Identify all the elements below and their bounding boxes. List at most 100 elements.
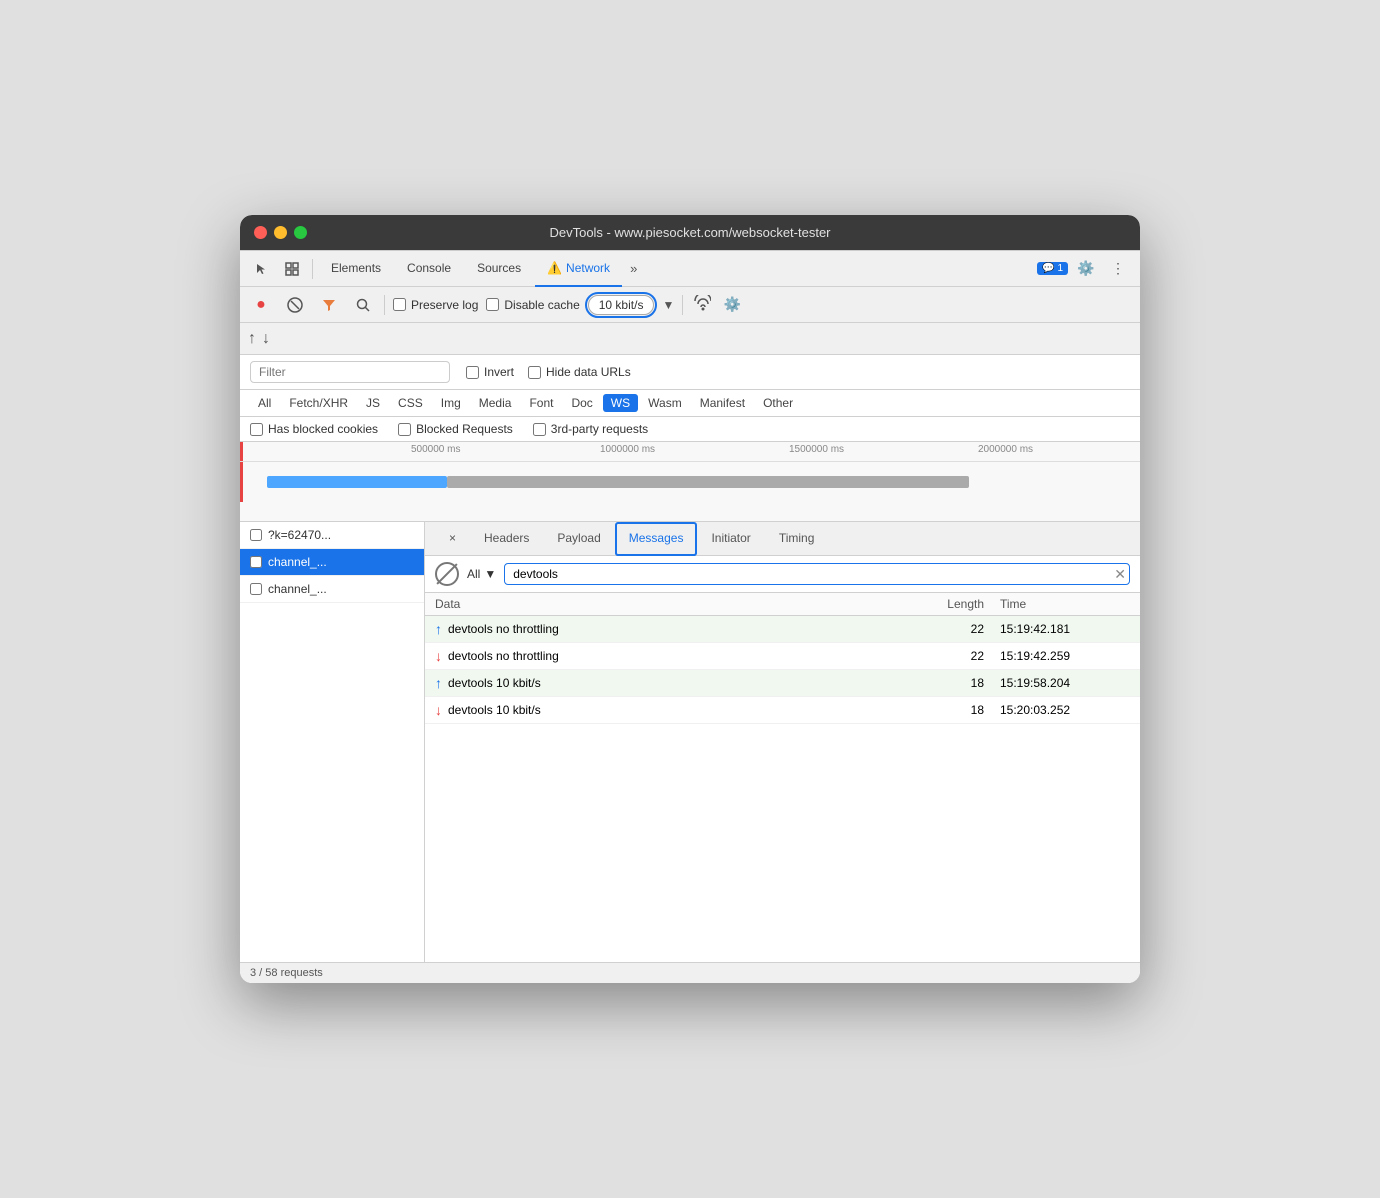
filter-js[interactable]: JS [358, 394, 388, 412]
disable-cache-checkbox[interactable]: Disable cache [486, 298, 579, 312]
msg-row-4[interactable]: ↓ devtools 10 kbit/s 18 15:20:03.252 [425, 697, 1140, 724]
close-tab[interactable]: × [435, 522, 470, 556]
requests-list: ?k=62470... channel_... channel_... [240, 522, 425, 962]
headers-tab-label: Headers [484, 531, 529, 545]
third-party-checkbox[interactable] [533, 423, 546, 436]
search-clear-btn[interactable]: ✕ [1114, 567, 1126, 581]
request-name-2: channel_... [268, 555, 327, 569]
download-btn[interactable]: ↓ [262, 330, 270, 348]
col-data-header: Data [435, 597, 930, 611]
disable-cache-input[interactable] [486, 298, 499, 311]
filter-icon-btn[interactable] [316, 292, 342, 318]
preserve-log-checkbox[interactable]: Preserve log [393, 298, 478, 312]
invert-checkbox[interactable] [466, 366, 479, 379]
blocked-cookies-checkbox[interactable] [250, 423, 263, 436]
block-icon[interactable] [435, 562, 459, 586]
hide-data-urls-label[interactable]: Hide data URLs [528, 365, 631, 379]
third-party-label[interactable]: 3rd-party requests [533, 422, 648, 436]
toolbar-sep-2 [682, 295, 683, 315]
initiator-tab-label: Initiator [711, 531, 750, 545]
more-tabs-btn[interactable]: » [624, 261, 643, 276]
blocked-cookies-label[interactable]: Has blocked cookies [250, 422, 378, 436]
network-settings-btn[interactable]: ⚙️ [719, 292, 745, 318]
messages-tab[interactable]: Messages [615, 522, 698, 556]
clear-icon [287, 297, 303, 313]
msg-row-1[interactable]: ↑ devtools no throttling 22 15:19:42.181 [425, 616, 1140, 643]
badge-count: 1 [1057, 263, 1063, 274]
third-party-text: 3rd-party requests [551, 422, 648, 436]
filter-other[interactable]: Other [755, 394, 801, 412]
payload-tab-label: Payload [557, 531, 600, 545]
col-time-header: Time [1000, 597, 1130, 611]
close-button[interactable] [254, 226, 267, 239]
throttle-dropdown-btn[interactable]: ▼ [662, 298, 674, 312]
messages-search-input[interactable] [504, 563, 1130, 585]
hide-data-urls-checkbox[interactable] [528, 366, 541, 379]
request-item-3[interactable]: channel_... [240, 576, 424, 603]
filter-img[interactable]: Img [433, 394, 469, 412]
tab-console[interactable]: Console [395, 251, 463, 287]
more-tabs-label: » [630, 261, 637, 276]
msg-row-3[interactable]: ↑ devtools 10 kbit/s 18 15:19:58.204 [425, 670, 1140, 697]
msg-text-2: devtools no throttling [448, 649, 559, 663]
notification-badge[interactable]: 💬 1 [1037, 262, 1068, 275]
throttle-button[interactable]: 10 kbit/s [588, 295, 655, 315]
wifi-icon [691, 295, 711, 314]
bar-gray [447, 476, 969, 488]
record-btn[interactable]: ● [248, 292, 274, 318]
col-length-header: Length [930, 597, 1000, 611]
messages-table: Data Length Time ↑ devtools no throttlin… [425, 593, 1140, 724]
request-checkbox-2[interactable] [250, 556, 262, 568]
tab-network[interactable]: ⚠️ Network [535, 251, 622, 287]
ruler-mark-1: 500000 ms [411, 444, 460, 455]
more-options-btn[interactable]: ⋮ [1104, 255, 1132, 283]
main-content: ?k=62470... channel_... channel_... × [240, 522, 1140, 962]
filter-ws[interactable]: WS [603, 394, 638, 412]
request-checkbox-1[interactable] [250, 529, 262, 541]
msg-time-2: 15:19:42.259 [1000, 649, 1130, 663]
filter-wasm[interactable]: Wasm [640, 394, 690, 412]
search-icon-btn[interactable] [350, 292, 376, 318]
filter-doc[interactable]: Doc [563, 394, 600, 412]
minimize-button[interactable] [274, 226, 287, 239]
tab-sources[interactable]: Sources [465, 251, 533, 287]
settings-icon-btn[interactable]: ⚙️ [1072, 255, 1100, 283]
inspect-icon-btn[interactable] [278, 255, 306, 283]
msg-time-1: 15:19:42.181 [1000, 622, 1130, 636]
filter-input[interactable] [250, 361, 450, 383]
timing-tab[interactable]: Timing [765, 522, 829, 556]
blocked-requests-label[interactable]: Blocked Requests [398, 422, 513, 436]
filter-fetch-xhr[interactable]: Fetch/XHR [281, 394, 356, 412]
filter-font[interactable]: Font [521, 394, 561, 412]
maximize-button[interactable] [294, 226, 307, 239]
request-item-2[interactable]: channel_... [240, 549, 424, 576]
filter-css[interactable]: CSS [390, 394, 431, 412]
invert-label[interactable]: Invert [466, 365, 514, 379]
hide-data-urls-text: Hide data URLs [546, 365, 631, 379]
request-checkbox-3[interactable] [250, 583, 262, 595]
payload-tab[interactable]: Payload [543, 522, 614, 556]
clear-btn[interactable] [282, 292, 308, 318]
filter-icon [321, 297, 337, 313]
initiator-tab[interactable]: Initiator [697, 522, 764, 556]
headers-tab[interactable]: Headers [470, 522, 543, 556]
ruler-mark-3: 1500000 ms [789, 444, 844, 455]
filter-all[interactable]: All [250, 394, 279, 412]
filter-media[interactable]: Media [471, 394, 520, 412]
upload-btn[interactable]: ↑ [248, 330, 256, 348]
blocked-requests-text: Blocked Requests [416, 422, 513, 436]
blocked-requests-checkbox[interactable] [398, 423, 411, 436]
dropdown-arrow: ▼ [484, 567, 496, 581]
msg-text-4: devtools 10 kbit/s [448, 703, 541, 717]
close-tab-label: × [449, 531, 456, 545]
cursor-icon-btn[interactable] [248, 255, 276, 283]
filter-dropdown-label: All [467, 567, 480, 581]
preserve-log-input[interactable] [393, 298, 406, 311]
timing-tab-label: Timing [779, 531, 815, 545]
tab-elements[interactable]: Elements [319, 251, 393, 287]
messages-filter-dropdown[interactable]: All ▼ [467, 567, 496, 581]
msg-row-2[interactable]: ↓ devtools no throttling 22 15:19:42.259 [425, 643, 1140, 670]
warn-icon: ⚠️ [547, 261, 562, 275]
filter-manifest[interactable]: Manifest [692, 394, 753, 412]
request-item-1[interactable]: ?k=62470... [240, 522, 424, 549]
